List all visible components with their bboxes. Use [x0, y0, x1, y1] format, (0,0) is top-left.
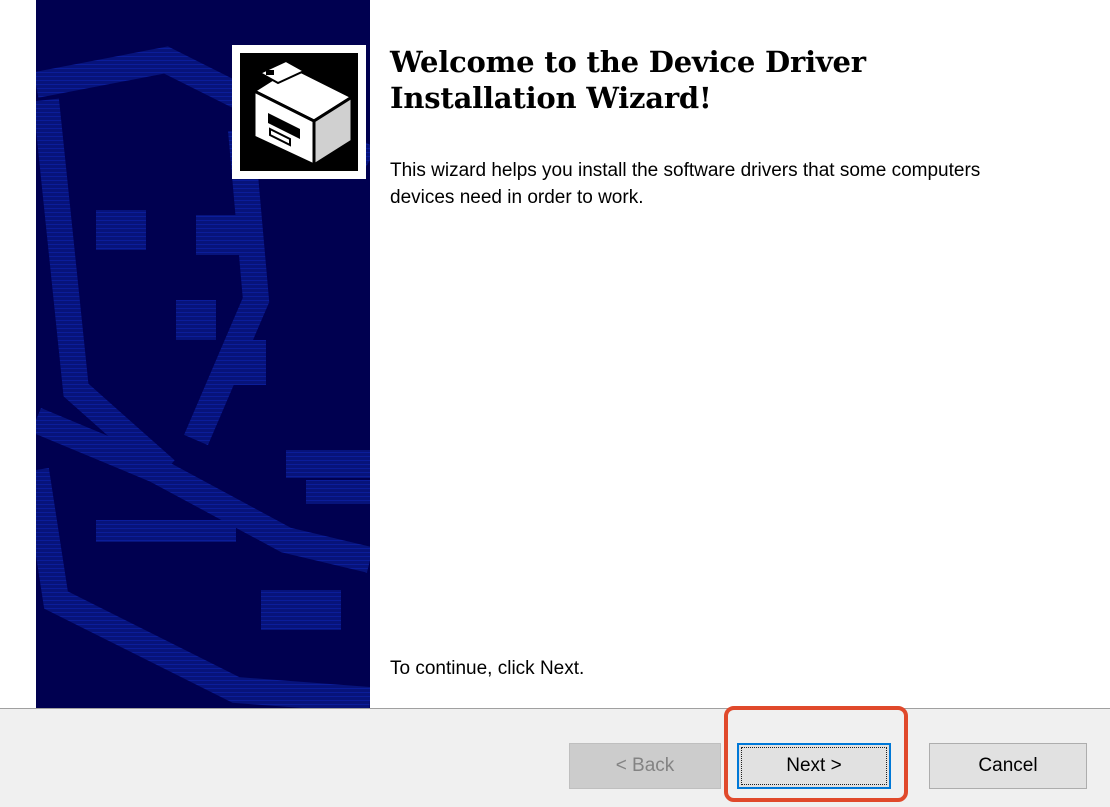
wizard-button-bar: < Back Next > Cancel [0, 708, 1110, 807]
driver-installation-wizard: Welcome to the Device Driver Installatio… [0, 0, 1110, 807]
wizard-content: Welcome to the Device Driver Installatio… [370, 0, 1110, 708]
next-button[interactable]: Next > [737, 743, 891, 789]
back-button[interactable]: < Back [569, 743, 721, 789]
wizard-banner [36, 0, 370, 708]
wizard-title: Welcome to the Device Driver Installatio… [390, 45, 866, 115]
device-driver-icon [232, 45, 366, 179]
cancel-button[interactable]: Cancel [929, 743, 1087, 789]
wizard-intro-text: This wizard helps you install the softwa… [390, 160, 981, 208]
continue-instruction: To continue, click Next. [390, 658, 585, 679]
